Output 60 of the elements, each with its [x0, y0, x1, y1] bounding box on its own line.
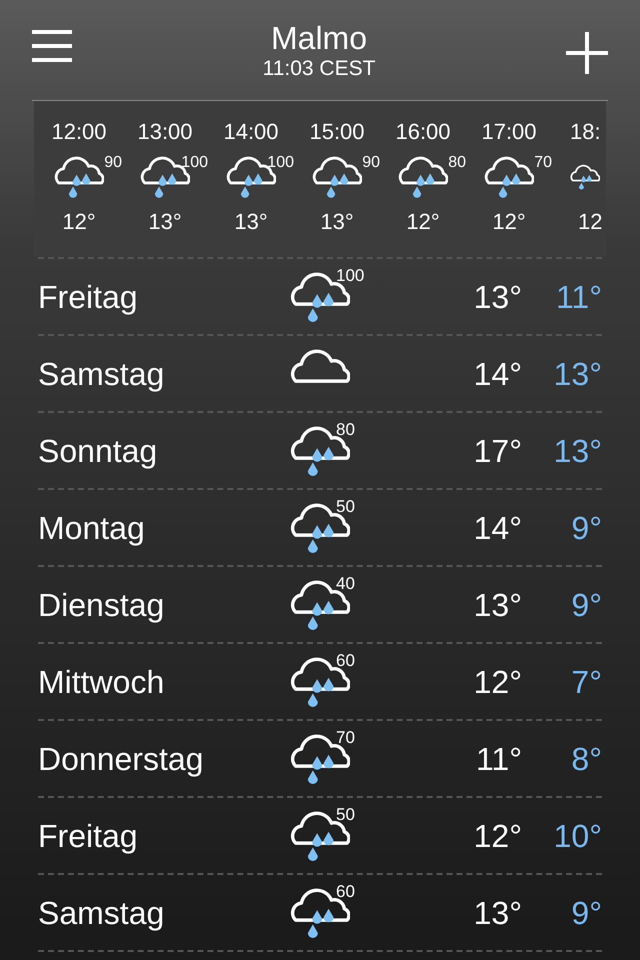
- high-temperature: 14°: [472, 508, 522, 548]
- high-temperature: 13°: [472, 894, 522, 932]
- rain-chance: 70: [534, 153, 552, 173]
- low-temperature: 8°: [570, 740, 602, 778]
- rain-chance: 100: [181, 153, 208, 173]
- add-icon[interactable]: [566, 32, 608, 74]
- hour-temperature: 12°: [491, 208, 527, 236]
- rain-chance: 60: [336, 880, 355, 902]
- day-name: Samstag: [38, 354, 166, 394]
- day-name: Dienstag: [38, 586, 166, 625]
- rain-chance: 100: [336, 264, 364, 286]
- city-name: Malmo: [270, 20, 367, 56]
- high-temperature: 14°: [472, 354, 522, 394]
- high-temperature: 13°: [472, 278, 522, 316]
- day-name: Donnerstag: [38, 740, 204, 779]
- hour-temperature: 13°: [319, 208, 355, 236]
- day-name: Mittwoch: [38, 662, 166, 702]
- low-temperature: 9°: [570, 508, 602, 548]
- hour-label: 12:00: [50, 118, 108, 146]
- hour-label: 17:00: [480, 118, 538, 146]
- low-temperature: 10°: [552, 816, 602, 856]
- low-temperature: 11°: [554, 278, 602, 316]
- local-time: 11:03 CEST: [262, 56, 376, 82]
- high-temperature: 12°: [472, 662, 522, 702]
- high-temperature: 12°: [472, 816, 522, 856]
- rain-chance: 100: [267, 153, 294, 173]
- high-temperature: 13°: [472, 586, 522, 624]
- hour-label: 18:: [570, 118, 601, 146]
- day-name: Samstag: [38, 894, 166, 933]
- hour-label: 16:00: [394, 118, 452, 146]
- hour-temperature: 12: [577, 208, 602, 236]
- hour-label: 15:00: [308, 118, 366, 146]
- rain-chance: 80: [448, 153, 466, 173]
- hour-temperature: 12°: [61, 208, 97, 236]
- hour-temperature: 13°: [147, 208, 183, 236]
- day-name: Sonntag: [38, 432, 158, 471]
- high-temperature: 17°: [472, 432, 522, 470]
- rain-chance: 80: [336, 418, 355, 440]
- rain-cloud-icon: [570, 162, 600, 192]
- hour-temperature: 13°: [233, 208, 269, 236]
- low-temperature: 13°: [552, 432, 602, 470]
- rain-chance: 60: [336, 650, 355, 672]
- rain-chance: 90: [362, 153, 380, 173]
- low-temperature: 9°: [570, 894, 602, 932]
- hour-label: 13:00: [136, 118, 194, 146]
- low-temperature: 7°: [570, 662, 602, 702]
- rain-chance: 40: [336, 572, 355, 594]
- hour-temperature: 12°: [405, 208, 441, 236]
- rain-chance: 50: [336, 496, 355, 518]
- day-name: Freitag: [38, 816, 139, 856]
- rain-chance: 90: [104, 153, 122, 173]
- low-temperature: 13°: [552, 354, 602, 394]
- hour-label: 14:00: [222, 118, 280, 146]
- day-name: Montag: [38, 508, 146, 548]
- rain-chance: 50: [336, 804, 355, 826]
- low-temperature: 9°: [570, 586, 602, 624]
- menu-icon[interactable]: [32, 28, 72, 64]
- rain-chance: 70: [336, 726, 355, 748]
- high-temperature: 11°: [474, 740, 522, 778]
- day-name: Freitag: [38, 278, 139, 317]
